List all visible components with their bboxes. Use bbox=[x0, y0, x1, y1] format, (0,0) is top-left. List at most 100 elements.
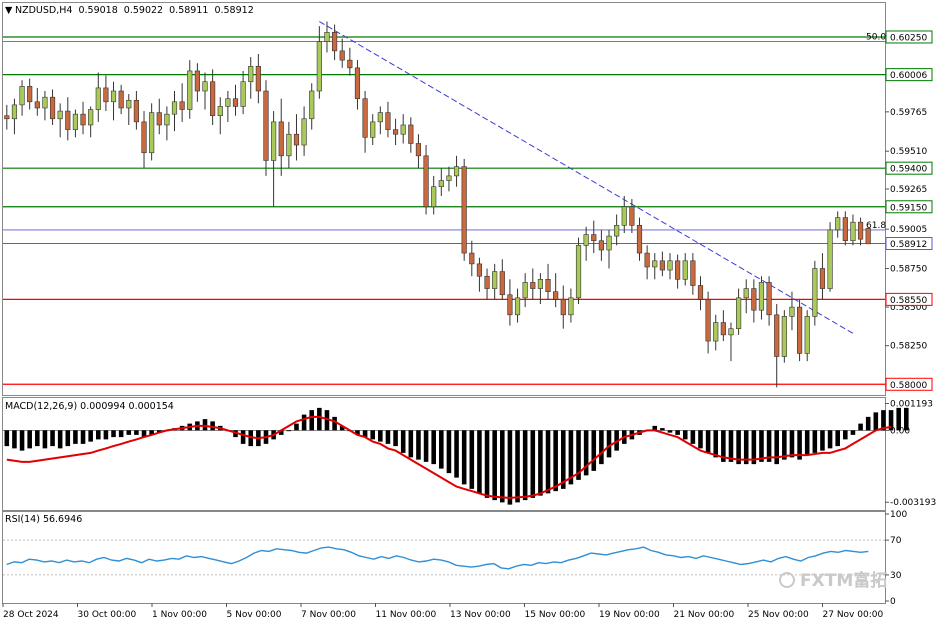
candle-body bbox=[705, 299, 711, 342]
macd-bar bbox=[812, 430, 818, 453]
candle-body bbox=[850, 221, 856, 242]
rsi-tick-label: 30 bbox=[890, 571, 902, 581]
level-price-label: 0.60006 bbox=[890, 71, 927, 81]
macd-bar bbox=[42, 430, 48, 449]
macd-tick-label: -0.003193 bbox=[890, 498, 936, 508]
candle-body bbox=[217, 106, 223, 117]
candle-body bbox=[690, 260, 696, 286]
candle-body bbox=[713, 322, 719, 342]
macd-bar bbox=[95, 430, 101, 440]
candle-body bbox=[857, 221, 864, 240]
candle-body bbox=[476, 263, 483, 277]
macd-bar bbox=[599, 430, 604, 465]
candle-body bbox=[415, 143, 422, 157]
time-tick-label: 5 Nov 00:00 bbox=[227, 610, 282, 620]
candle-body bbox=[316, 41, 322, 92]
candle-body bbox=[370, 121, 376, 138]
candle-body bbox=[202, 81, 208, 92]
candle-body bbox=[591, 234, 597, 242]
close-value: 0.58912 bbox=[214, 5, 253, 16]
macd-bar bbox=[202, 419, 208, 431]
time-tick-label: 11 Nov 00:00 bbox=[376, 610, 437, 620]
time-tick-label: 19 Nov 00:00 bbox=[599, 610, 660, 620]
candle-body bbox=[675, 260, 681, 280]
macd-bar bbox=[370, 430, 375, 440]
macd-bar bbox=[385, 430, 391, 444]
macd-bar bbox=[492, 430, 497, 501]
macd-bar bbox=[65, 430, 71, 447]
candle-body bbox=[240, 81, 246, 107]
candle-body bbox=[11, 104, 18, 120]
candle-body bbox=[514, 297, 521, 316]
macd-bar bbox=[804, 430, 810, 456]
macd-bar bbox=[675, 430, 680, 435]
candle-body bbox=[575, 245, 582, 299]
candle-body bbox=[263, 90, 269, 161]
macd-bar bbox=[507, 430, 513, 505]
macd-bar bbox=[309, 410, 315, 431]
candle-body bbox=[507, 294, 513, 316]
macd-header: MACD(12,26,9) 0.000994 0.000154 bbox=[5, 401, 174, 412]
macd-bar bbox=[522, 430, 528, 501]
symbol-dropdown-icon[interactable]: ▼ bbox=[5, 5, 13, 16]
price-tick-label: 0.59005 bbox=[890, 225, 927, 235]
candle-body bbox=[95, 87, 101, 110]
candle-body bbox=[423, 155, 429, 208]
candle-body bbox=[362, 98, 368, 138]
macd-bar bbox=[469, 430, 475, 489]
candle-body bbox=[133, 99, 139, 123]
trendline-segment bbox=[319, 21, 854, 334]
candle-body bbox=[720, 322, 726, 336]
candle-body bbox=[758, 282, 765, 311]
macd-bar bbox=[12, 430, 17, 449]
candle-body bbox=[156, 112, 162, 126]
candle-body bbox=[431, 186, 437, 208]
candle-body bbox=[400, 124, 406, 135]
candle-body bbox=[65, 110, 71, 130]
candle-body bbox=[309, 90, 315, 120]
candle-body bbox=[4, 115, 10, 120]
level-price-label: 0.58000 bbox=[890, 381, 927, 391]
time-tick-label: 13 Nov 00:00 bbox=[450, 610, 511, 620]
macd-bar bbox=[317, 407, 322, 431]
trading-chart: 50.061.8 0.60250 0.60006 0.59765 0.59510 0.5… bbox=[2, 2, 936, 620]
candle-body bbox=[377, 112, 383, 123]
macd-bar bbox=[500, 430, 505, 503]
macd-tick-label: 0.00 bbox=[890, 426, 910, 436]
rsi-header: RSI(14) 56.6946 bbox=[5, 514, 82, 525]
level-price-label: 0.59150 bbox=[890, 203, 927, 213]
candle-body bbox=[736, 297, 742, 330]
candle-body bbox=[271, 121, 277, 161]
candle-body bbox=[697, 285, 704, 300]
candle-body bbox=[354, 67, 361, 100]
macd-bar bbox=[843, 430, 848, 440]
candlestick-series bbox=[4, 21, 871, 388]
price-header: NZDUSD,H4 0.59018 0.59022 0.58911 0.5891… bbox=[15, 5, 254, 16]
macd-bar bbox=[301, 414, 307, 431]
macd-bar bbox=[728, 430, 734, 462]
candle-body bbox=[126, 99, 132, 109]
candle-body bbox=[606, 235, 612, 251]
macd-bar bbox=[286, 430, 292, 432]
candle-body bbox=[812, 268, 818, 317]
candle-body bbox=[659, 260, 665, 271]
macd-bar bbox=[332, 416, 337, 431]
candle-body bbox=[781, 316, 787, 357]
time-tick-label: 21 Nov 00:00 bbox=[674, 610, 735, 620]
fib-label: 50.0 bbox=[866, 33, 886, 43]
candle-body bbox=[408, 124, 414, 144]
candle-body bbox=[453, 166, 460, 177]
macd-bar bbox=[416, 430, 421, 460]
price-levels: 50.061.8 bbox=[3, 33, 886, 385]
candle-body bbox=[796, 306, 803, 354]
candle-body bbox=[118, 90, 124, 109]
macd-bar bbox=[73, 430, 78, 444]
macd-bar bbox=[553, 430, 558, 492]
candle-body bbox=[499, 271, 505, 296]
macd-bar bbox=[515, 430, 520, 503]
macd-bar bbox=[865, 416, 871, 431]
candle-body bbox=[492, 271, 498, 289]
macd-bar bbox=[461, 430, 467, 485]
candle-body bbox=[248, 66, 254, 83]
open-value: 0.59018 bbox=[78, 5, 117, 16]
